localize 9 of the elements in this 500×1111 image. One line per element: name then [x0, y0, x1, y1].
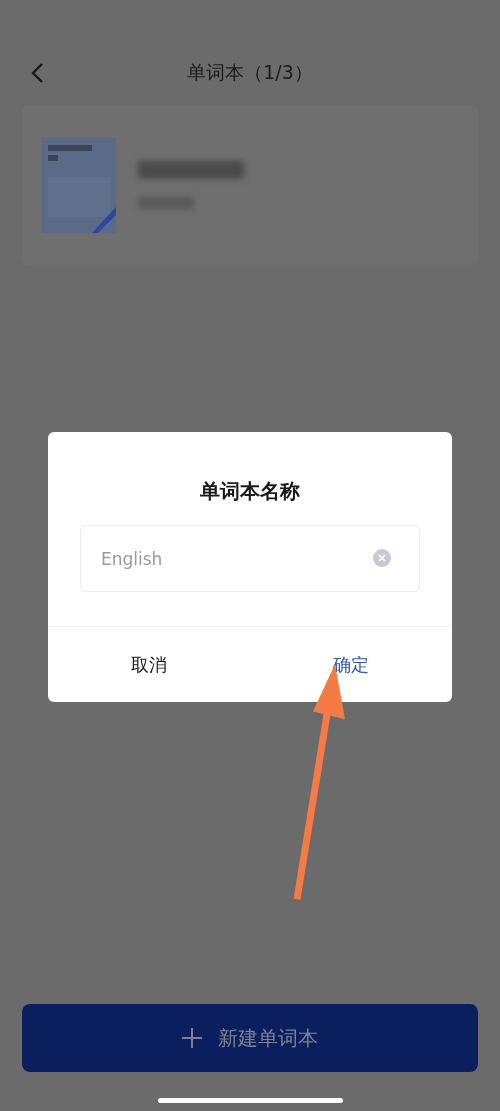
confirm-button[interactable]: 确定: [250, 627, 452, 702]
page-title: 单词本（1/3）: [187, 60, 313, 85]
cancel-button[interactable]: 取消: [48, 627, 250, 702]
plus-icon: [182, 1028, 202, 1048]
home-indicator[interactable]: [157, 1098, 343, 1103]
wordbook-card[interactable]: [22, 105, 478, 265]
new-wordbook-button[interactable]: 新建单词本: [22, 1004, 478, 1072]
clear-icon[interactable]: [372, 548, 392, 568]
dialog-title: 单词本名称: [200, 478, 300, 505]
